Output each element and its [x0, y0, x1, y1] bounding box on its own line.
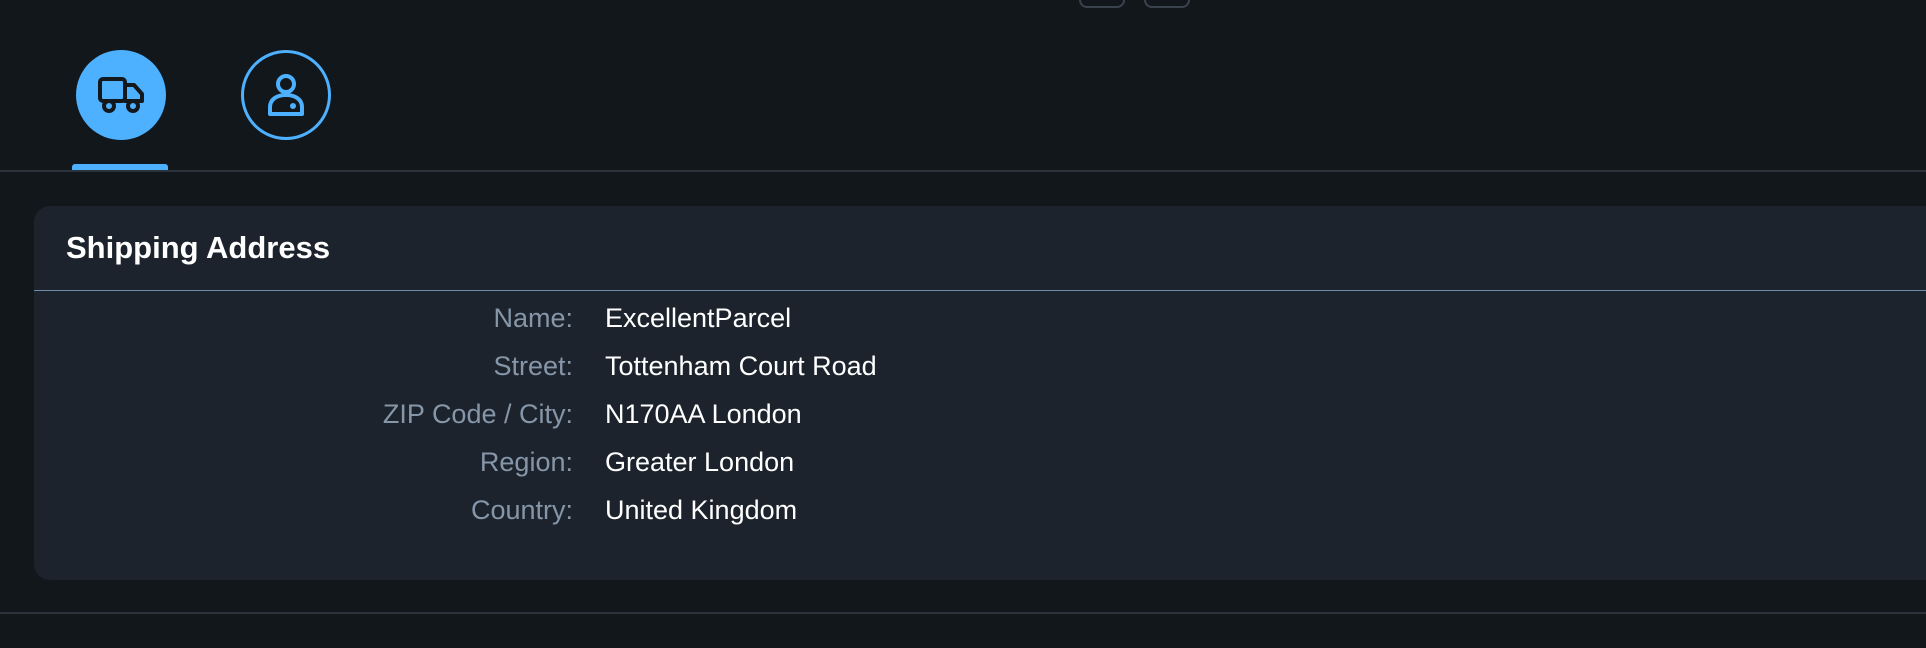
icon-tab-bar: [0, 0, 1926, 172]
shipping-address-panel: Shipping Address Name: ExcellentParcel S…: [34, 206, 1926, 580]
name-value: ExcellentParcel: [605, 303, 792, 333]
region-label: Region:: [479, 447, 573, 477]
zip-city-label: ZIP Code / City:: [382, 399, 573, 429]
section-divider: [0, 612, 1926, 614]
address-form: Name: ExcellentParcel Street: Tottenham …: [34, 303, 1926, 559]
country-value: United Kingdom: [605, 495, 798, 525]
tab-shipping[interactable]: [76, 50, 166, 140]
name-label: Name:: [493, 303, 573, 333]
section-title: Shipping Address: [66, 230, 331, 265]
country-label: Country:: [470, 495, 573, 525]
street-value: Tottenham Court Road: [605, 351, 877, 381]
region-value: Greater London: [605, 447, 795, 477]
zip-city-value: N170AA London: [605, 399, 802, 429]
panel-header: Shipping Address: [34, 206, 1926, 291]
shipping-truck-icon: [98, 77, 144, 113]
form-row-country: Country: United Kingdom: [34, 495, 1926, 559]
tab-customer[interactable]: [241, 50, 331, 140]
active-tab-indicator: [72, 164, 168, 170]
customer-person-icon: [268, 74, 304, 116]
street-label: Street:: [493, 351, 573, 381]
